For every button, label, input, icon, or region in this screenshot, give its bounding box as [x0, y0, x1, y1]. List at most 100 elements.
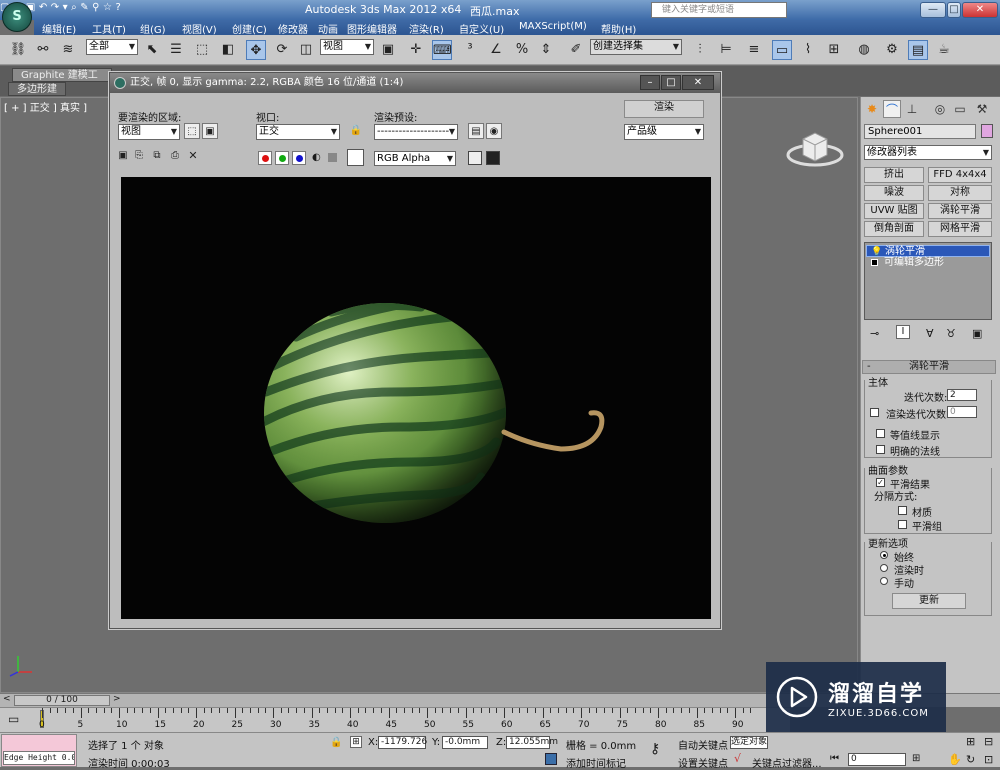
modifier-ffd-button[interactable]: FFD 4x4x4 [928, 167, 992, 183]
render-iters-spinner[interactable]: 0 [947, 406, 977, 418]
lock-viewport-icon[interactable]: 🔒 [348, 123, 364, 139]
render-button[interactable]: 渲染 [624, 100, 704, 118]
favorites-icon[interactable]: ☆ [103, 2, 112, 13]
color-swatch[interactable] [347, 149, 364, 166]
time-config-icon[interactable]: ⊞ [912, 753, 920, 764]
maxscript-input[interactable]: Edge Height 0.0 [3, 751, 75, 765]
prev-frame-icon[interactable]: < [3, 694, 11, 704]
viewport-select[interactable]: 正交 [256, 124, 340, 140]
render-window-maximize-button[interactable]: □ [661, 75, 681, 90]
edit-named-sel-icon[interactable]: ✐ [566, 40, 586, 60]
named-selection-select[interactable]: 创建选择集 [590, 39, 682, 55]
auto-key-button[interactable]: 自动关键点 [678, 737, 728, 752]
modifier-symmetry-button[interactable]: 对称 [928, 185, 992, 201]
copy-image-icon[interactable]: ⎘ [132, 149, 146, 163]
absolute-mode-icon[interactable]: ⊞ [350, 736, 362, 748]
update-button[interactable]: 更新 [892, 593, 966, 609]
minimize-button[interactable]: — [920, 2, 946, 18]
mini-curve-editor-icon[interactable]: ▭ [8, 712, 19, 726]
key-filters-button[interactable]: 关键点过滤器... [752, 755, 822, 770]
rotate-icon[interactable]: ⟳ [272, 40, 292, 60]
menu-create[interactable]: 创建(C) [232, 21, 267, 36]
time-slider-handle[interactable]: 0 / 100 [14, 695, 110, 706]
percent-snap-icon[interactable]: % [512, 40, 532, 60]
preset-select[interactable]: -------------------- [374, 124, 458, 140]
zoom-all-icon[interactable]: ⊟ [984, 735, 993, 748]
ref-coord-select[interactable]: 视图 [320, 39, 374, 55]
curve-editor-icon[interactable]: ⌇ [798, 40, 818, 60]
set-key-icon[interactable]: ⚷ [650, 741, 660, 757]
render-production-icon[interactable]: ☕ [934, 40, 954, 60]
stack-item-turbosmooth[interactable]: 💡 涡轮平滑 [866, 245, 990, 257]
display-tab-icon[interactable]: ▭ [951, 100, 969, 118]
menu-animation[interactable]: 动画 [318, 21, 338, 36]
goto-start-icon[interactable]: ⏮ [830, 753, 839, 764]
align-icon[interactable]: ⊨ [716, 40, 736, 60]
menu-modifiers[interactable]: 修改器 [278, 21, 308, 36]
orbit-icon[interactable]: ↻ [966, 753, 975, 766]
unlink-icon[interactable]: ⚯ [33, 40, 53, 60]
object-color-swatch[interactable] [981, 124, 993, 138]
toggle-ui-overlay-icon[interactable] [468, 151, 482, 165]
update-render-radio[interactable] [880, 564, 888, 572]
smooth-result-checkbox[interactable]: ✓ [876, 478, 885, 487]
materials-checkbox[interactable] [898, 506, 907, 515]
maximize-viewport-icon[interactable]: ⊡ [984, 753, 993, 766]
angle-snap-icon[interactable]: ∠ [486, 40, 506, 60]
community-icon[interactable]: ⚲ [92, 2, 99, 13]
y-coord-field[interactable]: -0.0mm [442, 736, 488, 749]
print-image-icon[interactable]: ⎙ [168, 149, 182, 163]
menu-group[interactable]: 组(G) [140, 21, 166, 36]
move-icon[interactable]: ✥ [246, 40, 266, 60]
clone-window-icon[interactable]: ⧉ [150, 149, 164, 163]
green-channel-toggle[interactable] [275, 151, 289, 165]
ribbon-subtab-poly[interactable]: 多边形建模 [8, 82, 66, 109]
quality-select[interactable]: 产品级 [624, 124, 704, 140]
select-manipulate-icon[interactable]: ✛ [406, 40, 426, 60]
alpha-toggle-icon[interactable]: ◐ [312, 152, 321, 163]
stack-item-editable-poly[interactable]: 可编辑多边形 [866, 257, 990, 269]
render-setup-icon[interactable]: ⚙ [882, 40, 902, 60]
set-key-button[interactable]: 设置关键点 [678, 755, 728, 770]
area-select[interactable]: 视图 [118, 124, 180, 140]
keyboard-shortcut-icon[interactable]: ⌨ [432, 40, 452, 60]
object-name-field[interactable]: Sphere001 [864, 124, 976, 139]
modifier-turbosmooth-button[interactable]: 涡轮平滑 [928, 203, 992, 219]
modifier-extrude-button[interactable]: 挤出 [864, 167, 924, 183]
auto-region-icon[interactable]: ▣ [202, 123, 218, 139]
x-coord-field[interactable]: -1179.726 [378, 736, 427, 749]
track-bar[interactable]: ▭ 0 5 10 15 20 25 30 35 40 45 50 55 60 65 70 75 80 85 90 [0, 707, 790, 732]
ribbon-tab-graphite[interactable]: Graphite 建模工具 [12, 68, 112, 82]
menu-rendering[interactable]: 渲染(R) [409, 21, 444, 36]
redo-icon[interactable]: ↷ [51, 2, 59, 13]
pivot-center-icon[interactable]: ▣ [378, 40, 398, 60]
tools-icon[interactable]: ✎ [80, 2, 88, 13]
rect-selection-icon[interactable]: ⬚ [192, 40, 212, 60]
pan-icon[interactable]: ✋ [948, 753, 962, 766]
modifier-bevel-profile-button[interactable]: 倒角剖面 [864, 221, 924, 237]
modifier-uvw-button[interactable]: UVW 贴图 [864, 203, 924, 219]
menu-help[interactable]: 帮助(H) [601, 21, 636, 36]
mono-toggle-icon[interactable] [328, 153, 337, 162]
blue-channel-toggle[interactable] [292, 151, 306, 165]
toggle-ui-icon[interactable] [486, 151, 500, 165]
modifier-meshsmooth-button[interactable]: 网格平滑 [928, 221, 992, 237]
remove-modifier-icon[interactable]: ♉ [946, 327, 956, 340]
pin-stack-icon[interactable]: ⊸ [870, 327, 879, 340]
menu-views[interactable]: 视图(V) [182, 21, 217, 36]
configure-sets-icon[interactable]: ▣ [972, 327, 982, 340]
spinner-snap-icon[interactable]: ⇕ [536, 40, 556, 60]
hierarchy-tab-icon[interactable]: ⊥ [903, 100, 921, 118]
layer-manager-icon[interactable]: ≡ [744, 40, 764, 60]
snap-toggle-icon[interactable]: ³ [460, 40, 480, 60]
smoothing-groups-checkbox[interactable] [898, 520, 907, 529]
menu-maxscript[interactable]: MAXScript(M) [519, 21, 587, 32]
selection-lock-icon[interactable]: 🔒 [330, 737, 342, 748]
app-logo-icon[interactable]: S [2, 2, 32, 32]
window-crossing-icon[interactable]: ◧ [218, 40, 238, 60]
add-time-tag[interactable]: 添加时间标记 [566, 755, 626, 770]
utilities-tab-icon[interactable]: ⚒ [973, 100, 991, 118]
create-tab-icon[interactable]: ✸ [863, 100, 881, 118]
key-mode-select[interactable]: 选定对象 [730, 736, 768, 749]
menu-tools[interactable]: 工具(T) [92, 21, 126, 36]
